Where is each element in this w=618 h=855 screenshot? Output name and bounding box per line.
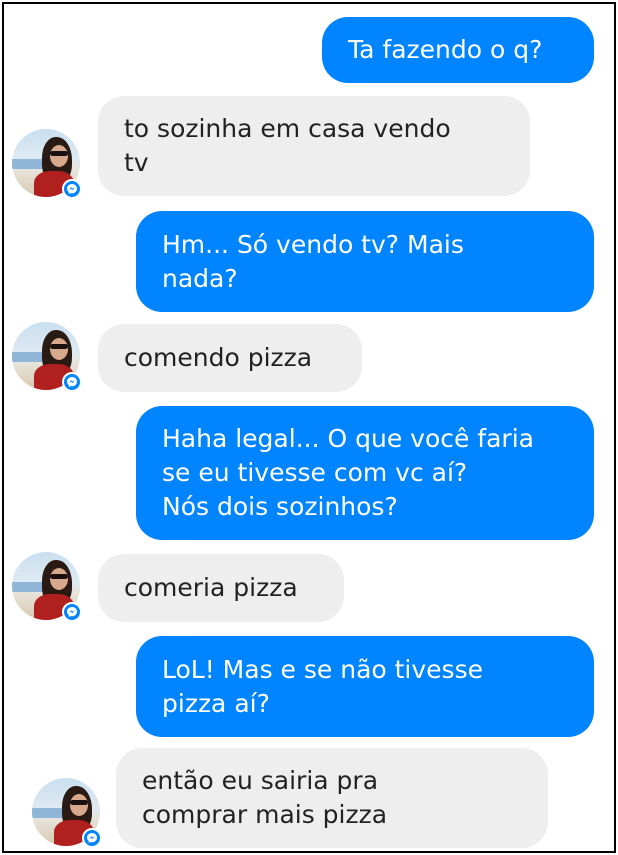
messenger-icon bbox=[62, 179, 82, 199]
contact-avatar[interactable] bbox=[12, 322, 82, 392]
contact-avatar[interactable] bbox=[12, 129, 82, 199]
message-incoming: to sozinha em casa vendo tv bbox=[98, 96, 530, 196]
messenger-icon bbox=[62, 602, 82, 622]
message-incoming: comeria pizza bbox=[98, 554, 344, 622]
message-incoming: então eu sairia pra comprar mais pizza bbox=[116, 748, 548, 848]
chat-frame: Ta fazendo o q? to sozinha em casa vendo… bbox=[2, 2, 616, 853]
message-outgoing: LoL! Mas e se não tivesse pizza aí? bbox=[136, 636, 594, 737]
message-outgoing: Haha legal... O que você faria se eu tiv… bbox=[136, 406, 594, 540]
contact-avatar[interactable] bbox=[12, 552, 82, 622]
message-outgoing: Ta fazendo o q? bbox=[322, 17, 594, 83]
message-outgoing: Hm... Só vendo tv? Mais nada? bbox=[136, 211, 594, 312]
contact-avatar[interactable] bbox=[32, 778, 102, 848]
messenger-icon bbox=[62, 372, 82, 392]
message-incoming: comendo pizza bbox=[98, 324, 362, 392]
messenger-icon bbox=[82, 828, 102, 848]
